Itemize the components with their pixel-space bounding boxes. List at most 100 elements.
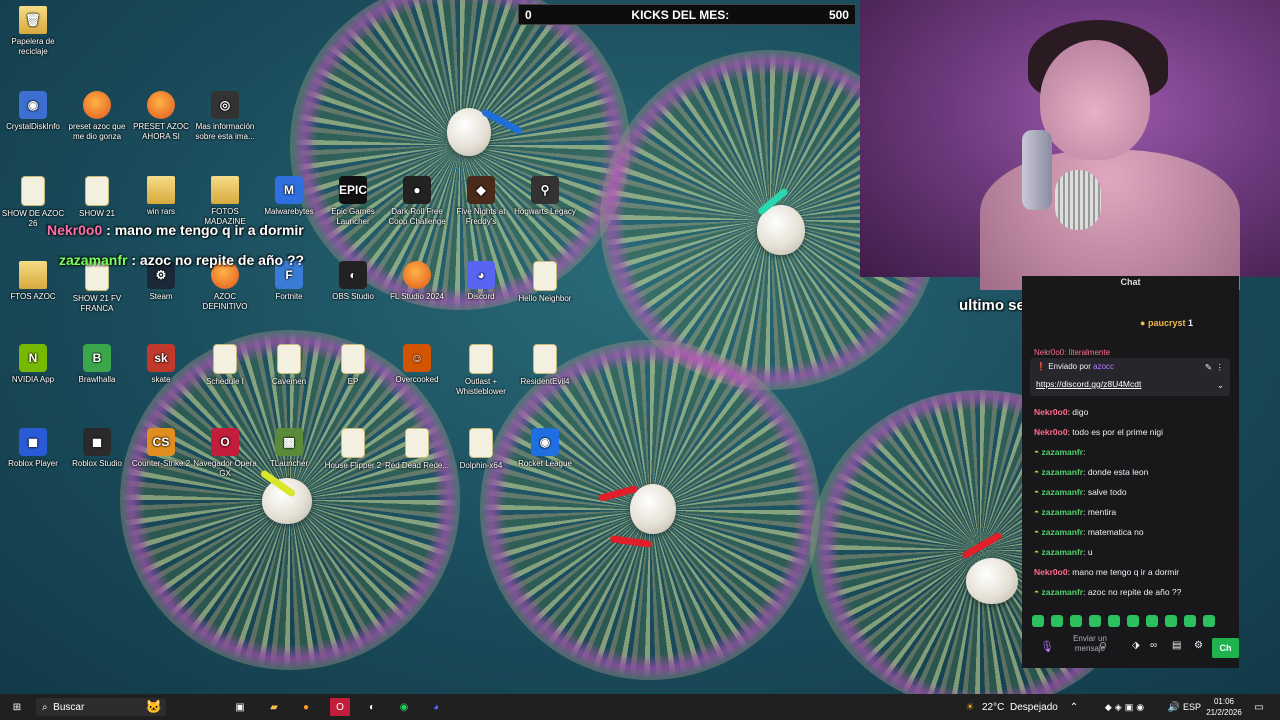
chat-username[interactable]: zazamanfr <box>1042 467 1084 477</box>
desktop-icon[interactable]: ☺ Overcooked <box>384 344 450 385</box>
emote-icon[interactable] <box>1032 615 1044 627</box>
fl-studio-taskbar-icon[interactable]: ● <box>298 698 314 716</box>
desktop-icon[interactable]: sk skate <box>128 344 194 385</box>
desktop-icon[interactable]: O Navegador Opera GX <box>192 428 258 479</box>
mic-icon[interactable]: 🎙 <box>1040 640 1054 653</box>
emote-icon[interactable] <box>1146 615 1158 627</box>
desktop-icon[interactable]: ◆ Five Nights at Freddy's <box>448 176 514 227</box>
chat-username[interactable]: zazamanfr <box>1042 447 1084 457</box>
emote-icon[interactable] <box>1089 615 1101 627</box>
emote-icon[interactable] <box>1203 615 1215 627</box>
chat-input[interactable]: Enviar un mensaje <box>1060 634 1120 654</box>
desktop-icon[interactable]: Cavemen <box>256 344 322 387</box>
settings-icon[interactable]: ⚙ <box>1194 640 1203 651</box>
spotify-icon[interactable]: ◉ <box>396 698 412 716</box>
unpin-icon[interactable]: ✎ <box>1205 362 1212 373</box>
desktop-icon[interactable]: 🗑 Papelera de reciclaje <box>0 6 66 57</box>
weather-desc[interactable]: Despejado <box>1010 698 1058 716</box>
opera-gx-taskbar-icon[interactable]: O <box>330 698 350 716</box>
desktop-icon[interactable]: Schedule I <box>192 344 258 387</box>
chat-username[interactable]: zazamanfr <box>1042 487 1084 497</box>
chat-text: donde esta leon <box>1087 467 1149 477</box>
kicks-goal-bar: 0 KICKS DEL MES: 500 <box>518 4 856 25</box>
desktop-icon-label: Hello Neighbor <box>518 294 572 303</box>
chat-badge-icon: ◓ <box>1034 447 1042 457</box>
desktop-icon[interactable]: Outlast + Whistleblower <box>448 344 514 397</box>
desktop-icon[interactable]: win rars <box>128 176 194 217</box>
more-options-icon[interactable]: ⋮ <box>1216 362 1225 373</box>
desktop-icon[interactable]: FTOS AZOC <box>0 261 66 302</box>
volume-icon[interactable]: 🔊 <box>1166 698 1182 716</box>
desktop-icon[interactable]: ◼ Roblox Studio <box>64 428 130 469</box>
notifications-icon[interactable]: ▭ <box>1252 698 1266 716</box>
game-icon: ● <box>403 176 431 204</box>
desktop-icon[interactable]: ◐ OBS Studio <box>320 261 386 302</box>
wallpaper-egg <box>630 484 676 534</box>
desktop-icon[interactable]: ● Dark Roll Free Coop Challenge <box>384 176 450 227</box>
desktop-icon[interactable]: Hello Neighbor <box>512 261 578 304</box>
chat-send-button[interactable]: Ch <box>1212 638 1239 658</box>
desktop-icon[interactable]: ◉ CrystalDiskInfo <box>0 91 66 132</box>
emote-icon[interactable] <box>1070 615 1082 627</box>
tray-chevron-icon[interactable]: ⌃ <box>1068 698 1080 716</box>
desktop-icon[interactable]: EPIC Epic Games Launcher <box>320 176 386 227</box>
pinned-link[interactable]: https://discord.gg/z8U4Mcdt <box>1036 379 1141 389</box>
overcooked-icon: ☺ <box>403 344 431 372</box>
desktop-icon[interactable]: SHOW 21 FV FRANCA <box>64 261 130 314</box>
desktop-icon[interactable]: AZOC DEFINITIVO <box>192 261 258 312</box>
desktop-icon[interactable]: M Malwarebytes <box>256 176 322 217</box>
file-explorer-icon[interactable]: ▰ <box>266 698 282 716</box>
chat-username[interactable]: zazamanfr <box>1042 507 1084 517</box>
chat-username[interactable]: zazamanfr <box>1042 547 1084 557</box>
desktop-icon[interactable]: B Brawlhalla <box>64 344 130 385</box>
desktop-icon[interactable]: House Flipper 2 <box>320 428 386 471</box>
bits-icon[interactable]: ⬗ <box>1132 640 1140 651</box>
desktop-icon[interactable]: PRESET AZOC AHORA SI <box>128 91 194 142</box>
obs-taskbar-icon[interactable]: ◐ <box>364 698 380 716</box>
tray-icons[interactable]: ◆◈▣◉ <box>1086 698 1166 716</box>
desktop-icon[interactable]: ⚲ Hogwarts Legacy <box>512 176 578 217</box>
desktop-icon[interactable]: SHOW 21 <box>64 176 130 219</box>
emote-icon[interactable] <box>1127 615 1139 627</box>
desktop-icon[interactable]: CS Counter-Strike 2 <box>128 428 194 469</box>
emote-icon[interactable] <box>1108 615 1120 627</box>
chat-username[interactable]: zazamanfr <box>1042 587 1084 597</box>
folder-icon <box>211 176 239 204</box>
taskbar-search[interactable]: ⌕ Buscar 🐱 <box>36 698 166 716</box>
desktop-icon[interactable]: EP <box>320 344 386 387</box>
desktop-icon[interactable]: ◉ Rocket League <box>512 428 578 469</box>
desktop-icon[interactable]: ▩ TLauncher <box>256 428 322 469</box>
task-view-icon[interactable]: ▣ <box>232 698 248 716</box>
desktop-icon-label: FTOS AZOC <box>10 292 56 301</box>
windows-start-icon[interactable]: ⊞ <box>8 698 26 716</box>
emote-icon[interactable] <box>1184 615 1196 627</box>
link-icon[interactable]: ∞ <box>1150 640 1157 651</box>
chevron-down-icon[interactable]: ⌄ <box>1217 380 1224 391</box>
desktop-icon[interactable]: ResidentEvil4 <box>512 344 578 387</box>
desktop-icon-label: Brawlhalla <box>78 375 116 384</box>
desktop-icon[interactable]: FOTOS MADAZINE <box>192 176 258 227</box>
desktop-icon[interactable]: ◼ Roblox Player <box>0 428 66 469</box>
weather-temp[interactable]: 22°C <box>982 698 1004 716</box>
emote-icon[interactable] <box>1051 615 1063 627</box>
emote-icon[interactable] <box>1165 615 1177 627</box>
desktop-icon[interactable]: Dolphin-x64 <box>448 428 514 471</box>
chat-username[interactable]: zazamanfr <box>1042 527 1084 537</box>
fl-studio-icon <box>83 91 111 119</box>
desktop-icon[interactable]: FL Studio 2024 <box>384 261 450 302</box>
chat-username[interactable]: Nekr0o0 <box>1034 567 1068 577</box>
desktop-icon[interactable]: ◎ Mas información sobre esta ima... <box>192 91 258 142</box>
chat-username[interactable]: Nekr0o0 <box>1034 427 1068 437</box>
folder-icon <box>19 261 47 289</box>
desktop-icon-label: Red Dead Rede... <box>384 461 450 470</box>
chat-username[interactable]: Nekr0o0 <box>1034 407 1068 417</box>
emote-picker-icon[interactable]: ☺ <box>1098 640 1108 651</box>
desktop-icon[interactable]: ◕ Discord <box>448 261 514 302</box>
desktop-icon[interactable]: Red Dead Rede... <box>384 428 450 471</box>
clock[interactable]: 01:06 21/2/2026 <box>1204 696 1244 718</box>
store-icon[interactable]: ▤ <box>1172 640 1181 651</box>
language-indicator[interactable]: ESP <box>1182 698 1202 716</box>
desktop-icon[interactable]: N NVIDIA App <box>0 344 66 385</box>
desktop-icon[interactable]: preset azoc que me dio gonza <box>64 91 130 142</box>
discord-taskbar-icon[interactable]: ◕ <box>428 698 444 716</box>
